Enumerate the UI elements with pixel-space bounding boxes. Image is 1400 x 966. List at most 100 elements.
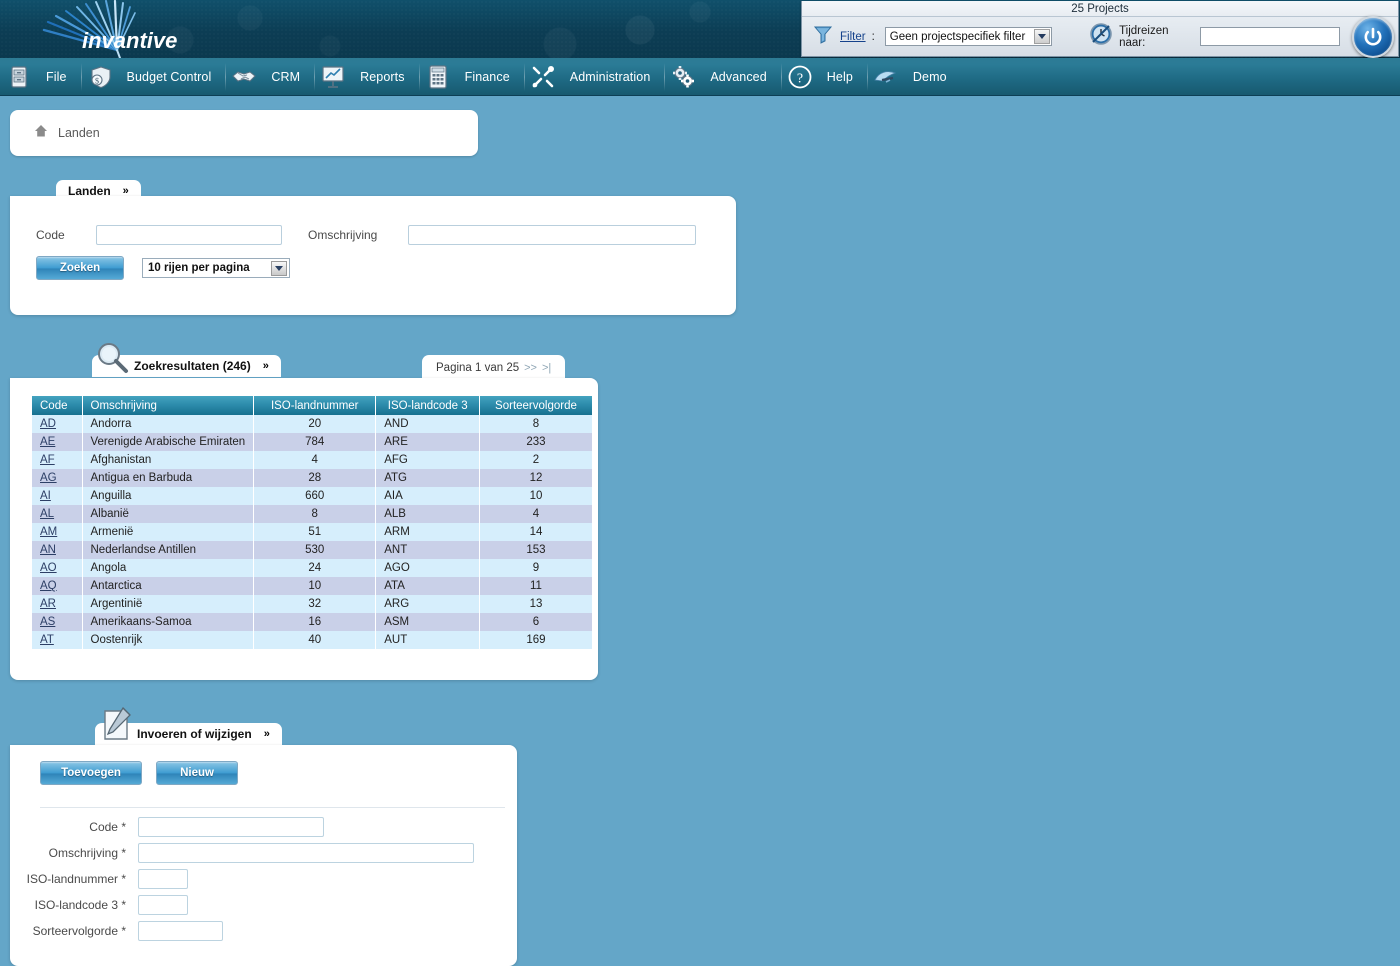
code-link[interactable]: AR (40, 598, 56, 610)
cell-code: AI (32, 487, 82, 505)
add-button[interactable]: Toevoegen (40, 761, 142, 785)
code-link[interactable]: AI (40, 490, 51, 502)
table-row: AGAntigua en Barbuda28ATG12 (32, 469, 592, 487)
cell-code: AN (32, 541, 82, 559)
menu-item-file[interactable]: File (0, 58, 81, 96)
chevron-down-icon[interactable] (1034, 29, 1050, 44)
table-row: ARArgentinië32ARG13 (32, 595, 592, 613)
search-code-input[interactable] (96, 225, 282, 245)
column-header-iso-number[interactable]: ISO-landnummer (254, 396, 376, 415)
code-link[interactable]: AF (40, 454, 55, 466)
code-link[interactable]: AQ (40, 580, 57, 592)
form-field-input[interactable] (138, 869, 188, 889)
home-icon[interactable] (34, 124, 48, 143)
code-link[interactable]: AN (40, 544, 56, 556)
results-panel: Code Omschrijving ISO-landnummer ISO-lan… (10, 378, 598, 680)
form-field-label: ISO-landcode 3 * (10, 898, 138, 912)
cell-iso-code3: AIA (376, 487, 480, 505)
cell-iso-code3: ATA (376, 577, 480, 595)
form-field-input[interactable] (138, 921, 223, 941)
cell-sort-order: 9 (480, 559, 592, 577)
cell-sort-order: 233 (480, 433, 592, 451)
cell-sort-order: 6 (480, 613, 592, 631)
search-button-label: Zoeken (60, 262, 100, 274)
menu-item-demo[interactable]: Demo (867, 58, 961, 96)
form-field-label: ISO-landnummer * (10, 872, 138, 886)
code-link[interactable]: AS (40, 616, 55, 628)
chevron-down-icon[interactable] (271, 261, 287, 276)
menu-item-budget-control-label: Budget Control (127, 70, 212, 84)
cell-iso-number: 660 (254, 487, 376, 505)
column-header-iso-code3[interactable]: ISO-landcode 3 (376, 396, 480, 415)
cell-sort-order: 153 (480, 541, 592, 559)
cell-description: Afghanistan (82, 451, 254, 469)
menu-item-reports[interactable]: Reports (314, 58, 418, 96)
search-button[interactable]: Zoeken (36, 256, 124, 280)
pagination-last-button[interactable]: >| (542, 362, 551, 374)
code-link[interactable]: AD (40, 418, 56, 430)
cell-iso-number: 16 (254, 613, 376, 631)
form-field-input[interactable] (138, 817, 324, 837)
menu-item-finance-label: Finance (465, 70, 510, 84)
search-panel: Code Omschrijving Zoeken 10 rijen per pa… (10, 196, 736, 315)
code-link[interactable]: AM (40, 526, 57, 538)
form-field-label: Omschrijving * (10, 846, 138, 860)
project-filter-select[interactable]: Geen projectspecifiek filter (885, 27, 1053, 46)
form-divider (40, 807, 505, 808)
cell-sort-order: 2 (480, 451, 592, 469)
cell-iso-number: 530 (254, 541, 376, 559)
menu-item-finance[interactable]: Finance (419, 58, 524, 96)
form-panel-tab[interactable]: Invoeren of wijzigen » (95, 723, 282, 745)
results-table: Code Omschrijving ISO-landnummer ISO-lan… (32, 396, 592, 649)
cell-code: AM (32, 523, 82, 541)
code-link[interactable]: AG (40, 472, 57, 484)
form-field-row: Sorteervolgorde * (10, 921, 517, 941)
menu-item-administration[interactable]: Administration (524, 58, 665, 96)
menu-item-help-label: Help (827, 70, 853, 84)
cell-iso-number: 32 (254, 595, 376, 613)
code-link[interactable]: AT (40, 634, 54, 646)
chevron-up-icon[interactable]: » (264, 728, 270, 740)
form-field-row: ISO-landnummer * (10, 869, 517, 889)
code-link[interactable]: AO (40, 562, 57, 574)
code-link[interactable]: AE (40, 436, 55, 448)
rows-per-page-select[interactable]: 10 rijen per pagina (142, 258, 290, 278)
table-row: ASAmerikaans-Samoa16ASM6 (32, 613, 592, 631)
cell-sort-order: 12 (480, 469, 592, 487)
timetravel-input[interactable] (1200, 27, 1340, 46)
code-link[interactable]: AL (40, 508, 54, 520)
cell-code: AG (32, 469, 82, 487)
cell-code: AL (32, 505, 82, 523)
search-description-input[interactable] (408, 225, 696, 245)
menu-item-budget-control[interactable]: $ Budget Control (81, 58, 226, 96)
cell-iso-code3: ARM (376, 523, 480, 541)
form-field-label: Code * (10, 820, 138, 834)
column-header-code[interactable]: Code (32, 396, 82, 415)
cell-code: AS (32, 613, 82, 631)
cell-iso-code3: AUT (376, 631, 480, 649)
column-header-description[interactable]: Omschrijving (82, 396, 254, 415)
cell-sort-order: 14 (480, 523, 592, 541)
search-code-label: Code (36, 228, 96, 242)
power-button[interactable] (1352, 16, 1394, 58)
cell-sort-order: 4 (480, 505, 592, 523)
new-button[interactable]: Nieuw (156, 761, 238, 785)
pagination-next-button[interactable]: >> (524, 362, 537, 374)
menu-item-advanced[interactable]: Advanced (664, 58, 780, 96)
form-field-input[interactable] (138, 843, 474, 863)
cell-description: Argentinië (82, 595, 254, 613)
breadcrumb-current: Landen (58, 126, 100, 140)
results-panel-tab[interactable]: Zoekresultaten (246) » (92, 355, 281, 377)
filter-colon: : (872, 31, 875, 43)
menu-item-crm[interactable]: CRM (225, 58, 314, 96)
filter-link[interactable]: Filter (840, 31, 866, 43)
cell-iso-code3: ASM (376, 613, 480, 631)
svg-text:?: ? (797, 71, 803, 86)
chevron-up-icon[interactable]: » (263, 360, 269, 372)
form-field-input[interactable] (138, 895, 188, 915)
menu-item-help[interactable]: ? Help (781, 58, 867, 96)
form-field-label: Sorteervolgorde * (10, 924, 138, 938)
menu-item-crm-label: CRM (271, 70, 300, 84)
pencil-document-icon (99, 705, 135, 746)
column-header-sort-order[interactable]: Sorteervolgorde (480, 396, 592, 415)
